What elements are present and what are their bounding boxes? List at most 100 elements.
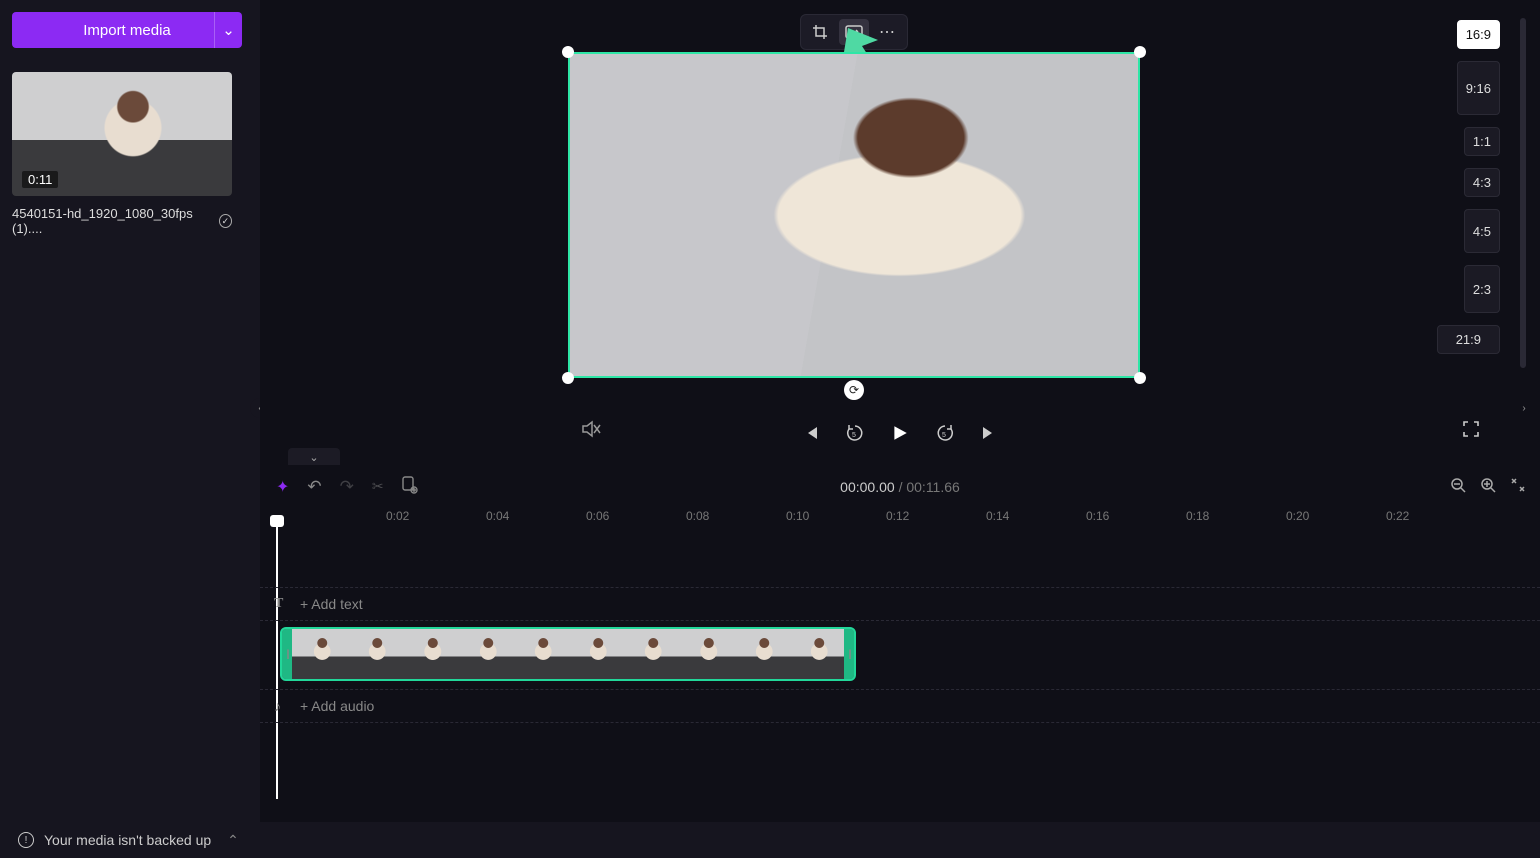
aspect-label: 4:3 <box>1473 175 1491 190</box>
import-media-dropdown[interactable]: ⌄ <box>214 12 242 48</box>
undo-button[interactable]: ↶ <box>307 477 321 497</box>
ruler-tick: 0:22 <box>1386 509 1409 523</box>
status-expand[interactable]: ⌃ <box>227 832 239 849</box>
video-track[interactable]: || || <box>260 625 1540 685</box>
aspect-label: 1:1 <box>1473 134 1491 149</box>
ruler-tick: 0:16 <box>1086 509 1109 523</box>
fullscreen-icon <box>1462 420 1480 438</box>
aspect-16-9[interactable]: 16:9 <box>1457 20 1500 49</box>
resize-handle-tl[interactable] <box>562 46 574 58</box>
svg-text:5: 5 <box>852 432 856 439</box>
aspect-9-16[interactable]: 9:16 <box>1457 61 1500 115</box>
skip-forward-5-button[interactable]: 5 <box>935 423 955 443</box>
aspect-label: 2:3 <box>1473 282 1491 297</box>
zoom-in-button[interactable] <box>1480 477 1496 498</box>
rotate-icon: ⟳ <box>849 383 859 397</box>
aspect-4-3[interactable]: 4:3 <box>1464 168 1500 197</box>
canvas[interactable]: ⟳ <box>568 52 1140 378</box>
play-icon <box>891 424 909 442</box>
skip-forward-icon: 5 <box>935 423 955 443</box>
canvas-clip[interactable] <box>568 52 1140 378</box>
canvas-toolbar: ⋯ <box>800 14 908 50</box>
media-item[interactable]: 0:11 4540151-hd_1920_1080_30fps (1).... … <box>12 72 232 236</box>
timeline: ✦ ↶ ↷ ✂ 00:00.00 / 00:11.66 0:02 0:04 0:06… <box>260 465 1540 822</box>
aspect-label: 4:5 <box>1473 224 1491 239</box>
zoom-out-icon <box>1450 477 1466 493</box>
resize-handle-bl[interactable] <box>562 372 574 384</box>
copy-button[interactable] <box>402 476 418 499</box>
import-media-button[interactable]: Import media ⌄ <box>12 12 242 48</box>
toggle-timeline-button[interactable]: ⌄ <box>288 448 340 466</box>
skip-back-5-button[interactable]: 5 <box>845 423 865 443</box>
aspect-21-9[interactable]: 21:9 <box>1437 325 1500 354</box>
timecode: 00:00.00 / 00:11.66 <box>840 479 960 495</box>
ruler-tick: 0:10 <box>786 509 809 523</box>
undo-icon: ↶ <box>307 477 321 496</box>
fit-button[interactable] <box>839 19 869 45</box>
media-thumbnail[interactable]: 0:11 <box>12 72 232 196</box>
ruler-tick: 0:02 <box>386 509 409 523</box>
media-synced-icon: ✓ <box>219 214 232 228</box>
chevron-right-icon: › <box>1522 403 1525 414</box>
aspect-ratio-list: 16:9 9:16 1:1 4:3 4:5 2:3 21:9 <box>1437 20 1500 354</box>
clip-trim-left[interactable]: || <box>282 629 292 679</box>
more-icon: ⋯ <box>879 22 897 42</box>
fullscreen-button[interactable] <box>1462 420 1480 443</box>
svg-text:5: 5 <box>942 432 946 439</box>
rotate-handle[interactable]: ⟳ <box>844 380 864 400</box>
copy-icon <box>402 476 418 494</box>
zoom-fit-button[interactable] <box>1510 477 1526 498</box>
clip-frames <box>292 629 844 679</box>
redo-button[interactable]: ↷ <box>340 477 354 497</box>
warning-icon: ! <box>18 832 34 848</box>
preview-scrollbar[interactable] <box>1520 18 1526 368</box>
ruler-tick: 0:14 <box>986 509 1009 523</box>
chevron-down-icon: ⌄ <box>309 451 318 464</box>
collapse-right-panel-button[interactable]: › <box>1514 398 1534 418</box>
play-button[interactable] <box>891 424 909 442</box>
split-button[interactable]: ✂ <box>372 478 384 496</box>
audio-icon: ♪ <box>274 698 281 714</box>
time-separator: / <box>895 479 907 495</box>
chevron-down-icon: ⌄ <box>222 21 235 39</box>
add-text-label: + Add text <box>300 596 363 612</box>
aspect-label: 9:16 <box>1466 81 1491 96</box>
zoom-fit-icon <box>1510 477 1526 493</box>
ruler-tick: 0:08 <box>686 509 709 523</box>
aspect-4-5[interactable]: 4:5 <box>1464 209 1500 253</box>
fit-icon <box>845 25 863 39</box>
total-time: 00:11.66 <box>906 479 959 495</box>
aspect-label: 16:9 <box>1466 27 1491 42</box>
timeline-zoom-controls <box>1450 477 1526 498</box>
ruler-tick: 0:20 <box>1286 509 1309 523</box>
next-icon <box>981 425 997 441</box>
text-track[interactable]: T + Add text <box>260 587 1540 621</box>
media-panel: Import media ⌄ 0:11 4540151-hd_1920_1080… <box>0 0 260 858</box>
ai-sparkle-button[interactable]: ✦ <box>276 477 289 497</box>
status-bar: ! Your media isn't backed up ⌃ <box>0 822 1540 858</box>
skip-back-icon: 5 <box>845 423 865 443</box>
previous-frame-button[interactable] <box>803 425 819 441</box>
clip-trim-right[interactable]: || <box>844 629 854 679</box>
import-media-label: Import media <box>83 22 171 39</box>
more-options-button[interactable]: ⋯ <box>873 19 903 45</box>
resize-handle-tr[interactable] <box>1134 46 1146 58</box>
crop-button[interactable] <box>805 19 835 45</box>
ruler-tick: 0:18 <box>1186 509 1209 523</box>
status-message: Your media isn't backed up <box>44 832 211 848</box>
preview-area: ⋯ ⟳ 5 5 <box>260 0 1540 465</box>
video-clip[interactable]: || || <box>280 627 856 681</box>
resize-handle-br[interactable] <box>1134 372 1146 384</box>
ruler-tick: 0:06 <box>586 509 609 523</box>
aspect-2-3[interactable]: 2:3 <box>1464 265 1500 313</box>
aspect-1-1[interactable]: 1:1 <box>1464 127 1500 156</box>
playback-controls: 5 5 <box>260 413 1540 453</box>
next-frame-button[interactable] <box>981 425 997 441</box>
zoom-out-button[interactable] <box>1450 477 1466 498</box>
audio-track[interactable]: ♪ + Add audio <box>260 689 1540 723</box>
timeline-ruler[interactable]: 0:020:040:060:080:100:120:140:160:180:20… <box>276 509 1540 529</box>
crop-icon <box>812 24 828 40</box>
current-time: 00:00.00 <box>840 479 895 495</box>
ruler-tick: 0:04 <box>486 509 509 523</box>
sparkle-icon: ✦ <box>276 479 289 496</box>
